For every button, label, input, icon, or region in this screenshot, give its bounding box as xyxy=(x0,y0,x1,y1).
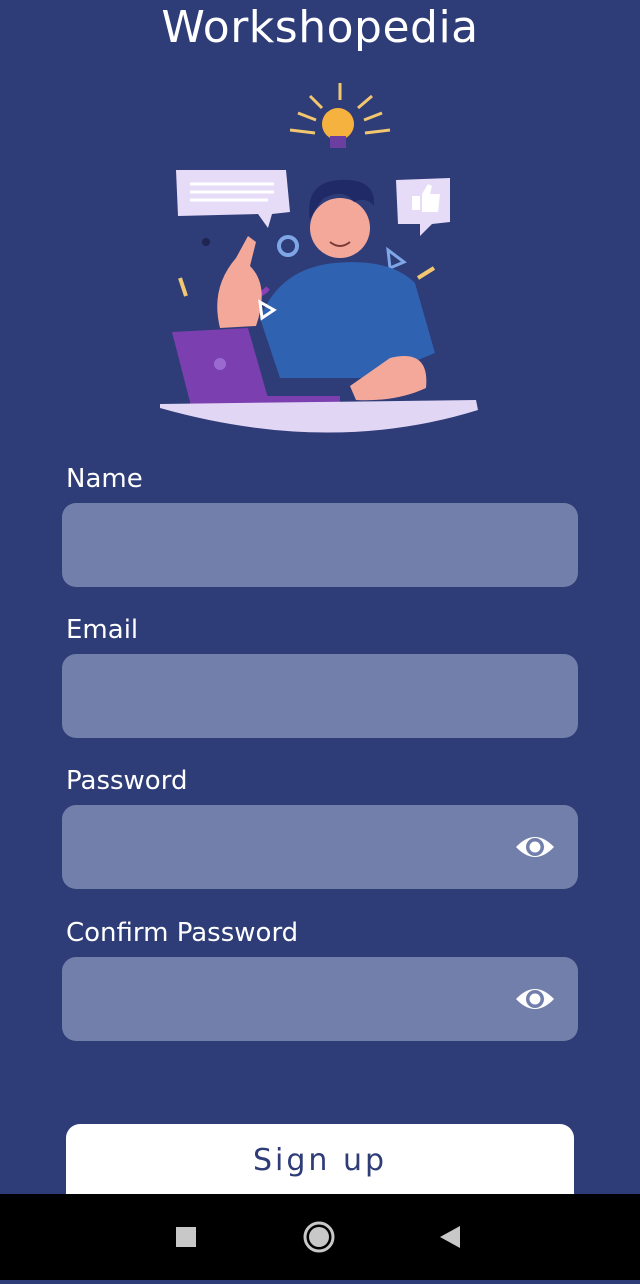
password-label: Password xyxy=(66,766,188,796)
confirm-password-label: Confirm Password xyxy=(66,918,299,948)
email-input[interactable] xyxy=(62,654,492,738)
confirm-password-input[interactable] xyxy=(62,957,492,1041)
recents-button[interactable] xyxy=(146,1194,226,1280)
email-label: Email xyxy=(66,615,139,645)
name-input[interactable] xyxy=(62,503,492,587)
circle-icon xyxy=(303,1221,335,1253)
home-button[interactable] xyxy=(279,1194,359,1280)
app-title: Workshopedia xyxy=(161,2,479,53)
email-field[interactable] xyxy=(62,654,578,738)
confirm-password-field[interactable] xyxy=(62,957,578,1041)
square-icon xyxy=(176,1227,196,1247)
password-input[interactable] xyxy=(62,805,492,889)
system-navigation-bar xyxy=(0,1194,640,1280)
workshop-illustration xyxy=(160,83,478,433)
eye-icon[interactable] xyxy=(514,983,556,1015)
eye-icon[interactable] xyxy=(514,831,556,863)
lightbulb-icon xyxy=(289,83,391,148)
name-label: Name xyxy=(66,464,143,494)
password-field[interactable] xyxy=(62,805,578,889)
name-field[interactable] xyxy=(62,503,578,587)
triangle-back-icon xyxy=(440,1226,460,1248)
back-button[interactable] xyxy=(410,1194,490,1280)
